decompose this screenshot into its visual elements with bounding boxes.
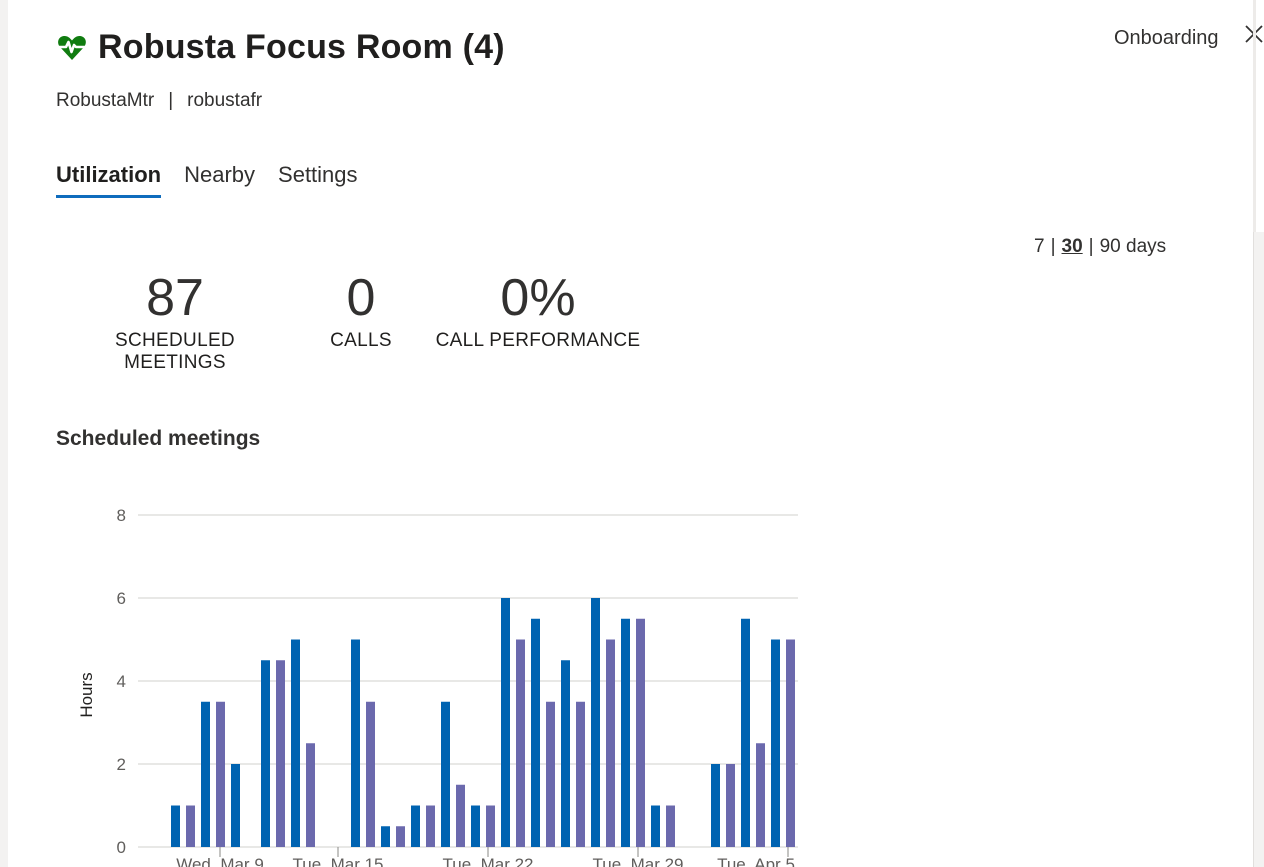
chart-bar: [651, 805, 660, 847]
chart-bar: [591, 598, 600, 847]
y-axis-label: Hours: [77, 672, 96, 717]
chart-bar: [471, 805, 480, 847]
chart-bar: [771, 639, 780, 847]
heart-pulse-icon: [57, 35, 87, 60]
chart-bar: [291, 639, 300, 847]
stat-value: 87: [146, 269, 204, 327]
stat-label: SCHEDULED MEETINGS: [115, 330, 235, 373]
onboarding-link[interactable]: Onboarding: [1114, 27, 1219, 50]
room-account: robustafr: [187, 90, 263, 111]
room-alias: RobustaMtr: [56, 90, 155, 111]
tab-nearby[interactable]: Nearby: [184, 162, 255, 198]
chart-bar: [786, 639, 795, 847]
chart-bar: [276, 660, 285, 847]
x-tick-label: Tue, Mar 15: [292, 855, 383, 867]
chart-bar: [516, 639, 525, 847]
time-range-selector: 7 | 30 | 90 days: [1034, 236, 1166, 258]
chart-bar: [561, 660, 570, 847]
y-tick-label: 0: [117, 838, 126, 857]
scrollbar[interactable]: [1253, 232, 1264, 867]
panel-header: Robusta Focus Room (4): [56, 28, 505, 67]
range-30-days[interactable]: 30: [1062, 236, 1083, 258]
stat-label: CALLS: [330, 330, 392, 351]
y-tick-label: 2: [117, 755, 126, 774]
chart-bar: [711, 764, 720, 847]
chart-bar: [486, 805, 495, 847]
chart-bar: [636, 618, 645, 847]
chart-bar: [171, 805, 180, 847]
chart-bar: [261, 660, 270, 847]
chart-bar: [231, 764, 240, 847]
chart-bar: [756, 743, 765, 847]
page: Robusta Focus Room (4) RobustaMtr | robu…: [0, 0, 1264, 867]
x-tick-label: Wed, Mar 9: [176, 855, 264, 867]
chart-bar: [306, 743, 315, 847]
range-separator: |: [1088, 236, 1094, 257]
chart-bar: [501, 598, 510, 847]
y-tick-label: 6: [117, 589, 126, 608]
chart-bar: [411, 805, 420, 847]
chart-bar: [666, 805, 675, 847]
page-title: Robusta Focus Room (4): [98, 28, 505, 66]
y-tick-label: 8: [117, 506, 126, 525]
chart-bar: [576, 701, 585, 847]
stat-label: CALL PERFORMANCE: [435, 330, 641, 351]
subtitle-separator: |: [168, 90, 174, 111]
chart-bar: [456, 784, 465, 847]
stat-value: 0%: [500, 269, 576, 327]
section-title: Scheduled meetings: [56, 427, 261, 450]
chart-bar: [201, 701, 210, 847]
stat-value: 0: [346, 269, 376, 327]
chart-bar: [396, 826, 405, 847]
tab-utilization[interactable]: Utilization: [56, 162, 162, 198]
chart-bar: [381, 826, 390, 847]
chart-bar: [726, 764, 735, 847]
chart-bar: [186, 805, 195, 847]
chart-bar: [351, 639, 360, 847]
chart-bar: [216, 701, 225, 847]
range-90-days[interactable]: 90 days: [1100, 236, 1167, 258]
x-tick-label: Tue, Apr 5: [717, 855, 795, 867]
y-tick-label: 4: [117, 672, 126, 691]
stat-calls: 0 CALLS: [320, 268, 402, 352]
stat-scheduled-meetings: 87 SCHEDULED MEETINGS: [63, 268, 287, 374]
room-details-panel: Robusta Focus Room (4) RobustaMtr | robu…: [8, 0, 1263, 867]
scheduled-meetings-chart: 0 2 4 6 8 Hours Wed, Mar 9 Tue, Mar 15 Tue, Mar …: [77, 506, 798, 867]
x-tick-label: Tue, Mar 22: [442, 855, 533, 867]
room-subtitle: RobustaMtr | robustafr: [56, 90, 262, 112]
chart-bar: [441, 701, 450, 847]
tab-settings[interactable]: Settings: [278, 162, 358, 198]
chart-bar: [366, 701, 375, 847]
background-app-strip: [0, 0, 8, 867]
x-tick-label: Tue, Mar 29: [592, 855, 683, 867]
range-7-days[interactable]: 7: [1034, 236, 1045, 258]
chart-bar: [426, 805, 435, 847]
stat-call-performance: 0% CALL PERFORMANCE: [430, 268, 646, 352]
chart-bar: [606, 639, 615, 847]
chart-bar: [741, 618, 750, 847]
chart-bar: [621, 618, 630, 847]
chart-bar: [546, 701, 555, 847]
range-separator: |: [1050, 236, 1056, 257]
chart-bar: [531, 618, 540, 847]
tab-bar: Utilization Nearby Settings: [56, 162, 358, 198]
